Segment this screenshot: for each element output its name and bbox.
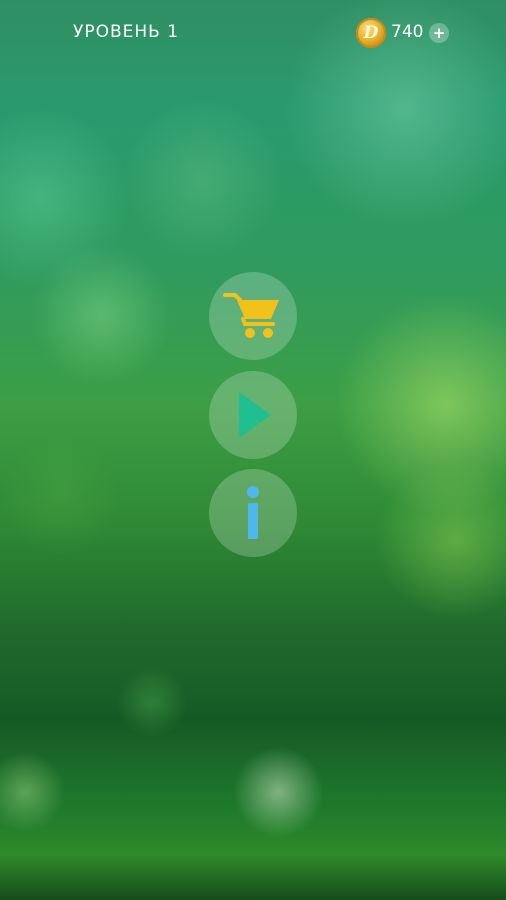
play-icon: [239, 392, 271, 438]
info-button[interactable]: [209, 469, 297, 557]
shop-button[interactable]: [209, 272, 297, 360]
coin-balance: 740: [391, 22, 424, 42]
info-icon: [247, 486, 259, 539]
coin-symbol: D: [363, 23, 379, 43]
add-coins-button[interactable]: +: [429, 23, 449, 43]
shopping-cart-icon: [223, 293, 279, 338]
level-label: УРОВЕНЬ 1: [73, 22, 180, 42]
top-bar: УРОВЕНЬ 1 D 740 +: [0, 0, 506, 66]
coin-icon: D: [356, 18, 386, 48]
play-button[interactable]: [209, 371, 297, 459]
